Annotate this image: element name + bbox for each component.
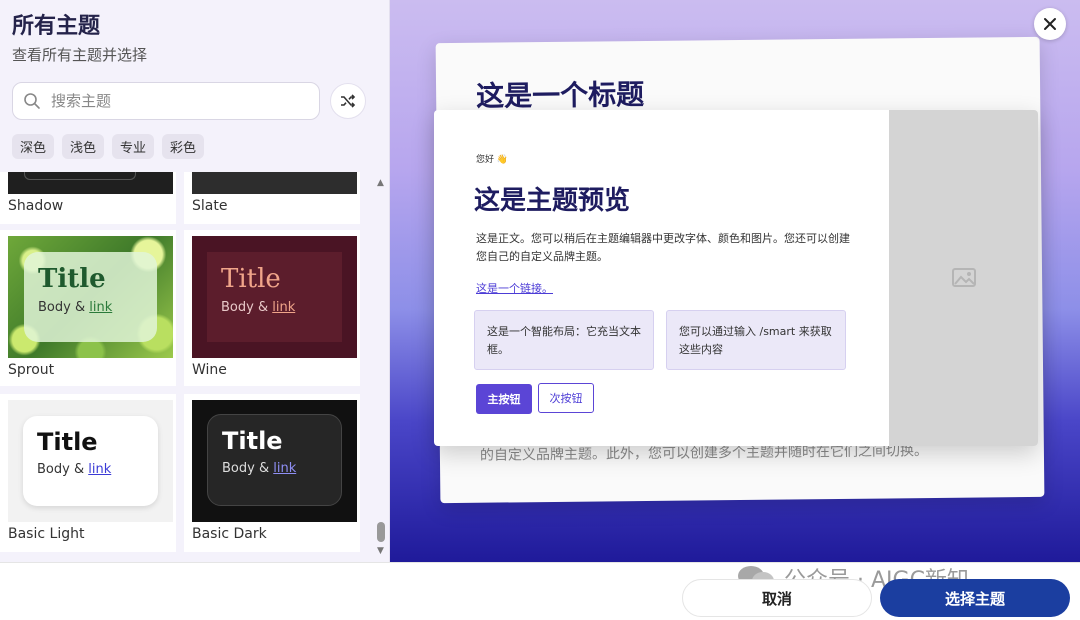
theme-thumbnail: Title Body & link <box>8 400 173 522</box>
select-theme-button[interactable]: 选择主题 <box>880 579 1070 617</box>
scroll-down-arrow-icon[interactable]: ▼ <box>377 546 384 556</box>
scroll-up-arrow-icon[interactable]: ▲ <box>377 178 384 188</box>
theme-thumbnail <box>192 172 357 194</box>
panel-title: 所有主题 <box>12 8 100 40</box>
search-input[interactable] <box>51 92 291 110</box>
theme-card-slate[interactable]: Slate <box>184 172 360 224</box>
search-icon <box>23 92 41 110</box>
theme-card-wine[interactable]: Title Body & link Wine <box>184 230 360 386</box>
shuffle-button[interactable] <box>330 83 366 119</box>
theme-thumbnail <box>8 172 173 194</box>
filter-chip-professional[interactable]: 专业 <box>112 134 154 159</box>
preview-greeting: 您好 👋 <box>476 152 508 165</box>
filter-chip-dark[interactable]: 深色 <box>12 134 54 159</box>
panel-subtitle: 查看所有主题并选择 <box>12 44 147 65</box>
shuffle-icon <box>339 92 357 110</box>
dialog-footer: 公众号 · AIGC新知 取消 选择主题 <box>0 562 1080 620</box>
theme-name: Sprout <box>8 362 54 378</box>
theme-sidebar: 所有主题 查看所有主题并选择 深色 浅色 专业 彩色 Shadow S <box>0 0 390 562</box>
preview-front-slide: 您好 👋 这是主题预览 这是正文。您可以稍后在主题编辑器中更改字体、颜色和图片。… <box>434 110 1038 446</box>
theme-name: Basic Dark <box>192 526 267 542</box>
preview-image-placeholder <box>889 110 1038 446</box>
theme-thumbnail: Title Body & link <box>192 236 357 358</box>
theme-thumbnail: Title Body & link <box>192 400 357 522</box>
cancel-button[interactable]: 取消 <box>682 579 872 617</box>
smart-layout-box-right: 您可以通过输入 /smart 来获取这些内容 <box>666 310 846 370</box>
filter-chip-light[interactable]: 浅色 <box>62 134 104 159</box>
search-box[interactable] <box>12 82 320 120</box>
theme-name: Shadow <box>8 198 63 214</box>
back-slide-title: 这是一个标题 <box>476 73 644 115</box>
preview-title: 这是主题预览 <box>474 180 630 217</box>
theme-card-basic-light[interactable]: Title Body & link Basic Light <box>0 394 176 552</box>
theme-name: Basic Light <box>8 526 84 542</box>
theme-list-scrollbar[interactable]: ▲ ▼ <box>374 178 388 556</box>
close-icon <box>1043 17 1057 31</box>
theme-thumbnail: Title Body & link <box>8 236 173 358</box>
preview-link: 这是一个链接。 <box>476 280 553 296</box>
preview-body-text: 这是正文。您可以稍后在主题编辑器中更改字体、颜色和图片。您还可以创建您自己的自定… <box>476 230 856 266</box>
preview-secondary-button: 次按钮 <box>538 383 594 413</box>
smart-layout-box-left: 这是一个智能布局：它充当文本框。 <box>474 310 654 370</box>
scrollbar-thumb[interactable] <box>377 522 385 542</box>
theme-card-sprout[interactable]: Title Body & link Sprout <box>0 230 176 386</box>
theme-name: Wine <box>192 362 227 378</box>
preview-primary-button: 主按钮 <box>476 384 532 414</box>
theme-grid: Shadow Slate Title Body & link Sprout Ti… <box>0 172 372 556</box>
theme-name: Slate <box>192 198 227 214</box>
image-icon <box>950 266 978 290</box>
theme-card-shadow[interactable]: Shadow <box>0 172 176 224</box>
theme-preview-area: 这是一个标题 的自定义品牌主题。此外，您可以创建多个主题并随时在它们之间切换。 … <box>390 0 1080 562</box>
filter-chip-colorful[interactable]: 彩色 <box>162 134 204 159</box>
close-button[interactable] <box>1034 8 1066 40</box>
filter-chips: 深色 浅色 专业 彩色 <box>12 134 204 159</box>
theme-card-basic-dark[interactable]: Title Body & link Basic Dark <box>184 394 360 552</box>
